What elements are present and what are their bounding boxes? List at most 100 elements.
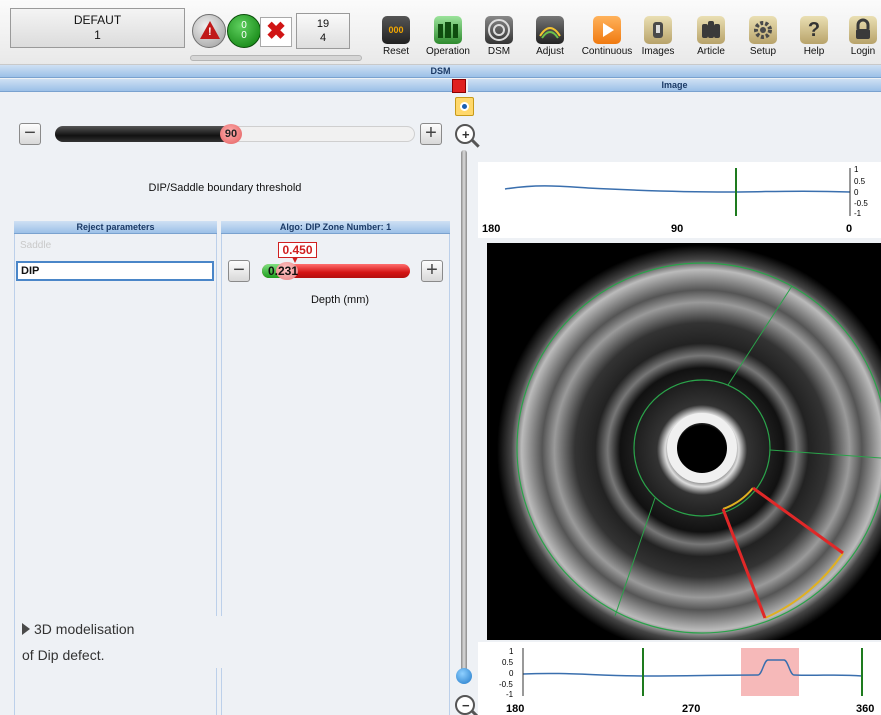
caption-line-2: of Dip defect. bbox=[22, 647, 105, 663]
gear-icon bbox=[749, 16, 777, 44]
down-arrow-icon bbox=[292, 257, 298, 263]
good-counter-button[interactable]: 0 0 bbox=[227, 14, 261, 48]
top-x-label-1: 180 bbox=[482, 223, 500, 235]
depth-decrease-button[interactable]: − bbox=[228, 260, 250, 282]
bottom-x-label-3: 360 bbox=[856, 703, 874, 715]
operation-icon bbox=[434, 16, 462, 44]
threshold-decrease-button[interactable]: − bbox=[19, 123, 41, 145]
bottom-x-label-1: 180 bbox=[506, 703, 524, 715]
good-count-bottom: 0 bbox=[241, 30, 247, 41]
top-x-label-3: 0 bbox=[846, 223, 852, 235]
bottom-y-label-1: 1 bbox=[509, 647, 514, 656]
depth-increase-button[interactable]: + bbox=[421, 260, 443, 282]
status-value: 1 bbox=[94, 28, 101, 42]
close-icon: ✖ bbox=[265, 18, 287, 45]
app-window: DEFAUT 1 ! 0 0 ✖ 19 4 000 Reset Operatio… bbox=[0, 0, 881, 715]
lock-icon bbox=[849, 16, 877, 44]
operation-button[interactable]: Operation bbox=[422, 4, 474, 62]
image-title: Image bbox=[661, 80, 688, 90]
warning-mark: ! bbox=[208, 26, 212, 38]
zoom-out-icon[interactable]: − bbox=[455, 695, 475, 715]
progress-track bbox=[190, 55, 362, 61]
dsm-label: DSM bbox=[487, 46, 511, 57]
threshold-slider-fill bbox=[55, 126, 235, 142]
reset-label: Reset bbox=[382, 46, 410, 57]
caption-line-1: 3D modelisation bbox=[22, 616, 222, 642]
reject-button[interactable]: ✖ bbox=[260, 17, 292, 47]
image-header: Image bbox=[468, 79, 881, 92]
threshold-increase-button[interactable]: + bbox=[420, 123, 442, 145]
eye-icon bbox=[460, 102, 469, 111]
bottom-y-label-5: -1 bbox=[506, 690, 514, 699]
stop-indicator[interactable] bbox=[452, 79, 466, 93]
view-mode-button[interactable] bbox=[455, 97, 474, 116]
top-y-label-2: 0.5 bbox=[854, 177, 866, 186]
top-y-label-5: -1 bbox=[854, 209, 862, 218]
top-y-label-1: 1 bbox=[854, 165, 859, 174]
bottom-profile-plot: 1 0.5 0 -0.5 -1 180 270 360 bbox=[478, 642, 881, 715]
threshold-value: 90 bbox=[224, 128, 238, 140]
reject-item-saddle[interactable]: Saddle bbox=[20, 240, 51, 251]
reject-parameters-header: Reject parameters bbox=[14, 221, 217, 234]
zoom-slider-track[interactable] bbox=[461, 150, 467, 680]
dsm-title: DSM bbox=[430, 66, 451, 76]
dsm-icon bbox=[485, 16, 513, 44]
setup-button[interactable]: Setup bbox=[746, 4, 780, 62]
adjust-button[interactable]: Adjust bbox=[532, 4, 568, 62]
continuous-label: Continuous bbox=[581, 46, 633, 57]
zoom-in-icon[interactable]: + bbox=[455, 124, 475, 144]
top-x-label-2: 90 bbox=[671, 223, 683, 235]
operation-label: Operation bbox=[426, 46, 470, 57]
setup-label: Setup bbox=[749, 46, 777, 57]
bottom-y-label-2: 0.5 bbox=[502, 658, 514, 667]
caption: 3D modelisation of Dip defect. bbox=[22, 616, 222, 668]
images-button[interactable]: Images bbox=[640, 4, 676, 62]
continuous-button[interactable]: Continuous bbox=[578, 4, 636, 62]
algo-header: Algo: DIP Zone Number: 1 bbox=[221, 221, 450, 234]
left-panel-header bbox=[0, 79, 452, 92]
minus-icon: − bbox=[233, 259, 245, 281]
help-button[interactable]: ? Help bbox=[800, 4, 828, 62]
bottom-y-label-3: 0 bbox=[509, 669, 514, 678]
dsm-title-bar: DSM bbox=[0, 65, 881, 78]
status-title: DEFAUT bbox=[73, 13, 122, 27]
count-box[interactable]: 19 4 bbox=[296, 13, 350, 49]
reset-counter-text: 000 bbox=[388, 25, 404, 35]
bottle-bottom-image bbox=[497, 245, 881, 640]
depth-label: Depth (mm) bbox=[310, 294, 370, 306]
inspection-image[interactable] bbox=[487, 243, 881, 640]
bottle-base-rings bbox=[497, 245, 881, 640]
help-label: Help bbox=[803, 46, 825, 57]
adjust-label: Adjust bbox=[536, 46, 564, 57]
reset-button[interactable]: 000 Reset bbox=[377, 4, 415, 62]
dsm-button[interactable]: DSM bbox=[482, 4, 516, 62]
depth-threshold-marker[interactable]: 0.450 bbox=[278, 242, 317, 258]
login-button[interactable]: Login bbox=[847, 4, 879, 62]
count-bottom: 4 bbox=[319, 32, 327, 44]
help-icon: ? bbox=[800, 16, 828, 44]
plus-icon: + bbox=[425, 122, 437, 144]
depth-value: 0.231 bbox=[268, 264, 299, 278]
triangle-bullet-icon bbox=[22, 623, 30, 635]
caption-text-1: 3D modelisation bbox=[34, 621, 135, 637]
defect-status-box[interactable]: DEFAUT 1 bbox=[10, 8, 185, 48]
article-icon bbox=[697, 16, 725, 44]
play-icon bbox=[593, 16, 621, 44]
images-label: Images bbox=[641, 46, 675, 57]
article-label: Article bbox=[697, 46, 725, 57]
warning-button[interactable]: ! bbox=[192, 14, 226, 48]
bottom-y-label-4: -0.5 bbox=[499, 680, 513, 689]
zoom-slider-thumb[interactable] bbox=[456, 668, 472, 684]
top-y-label-3: 0 bbox=[854, 188, 859, 197]
threshold-label: DIP/Saddle boundary threshold bbox=[148, 182, 302, 194]
adjust-icon bbox=[536, 16, 564, 44]
count-top: 19 bbox=[316, 18, 330, 30]
images-icon bbox=[644, 16, 672, 44]
threshold-slider-thumb[interactable]: 90 bbox=[220, 124, 242, 144]
login-label: Login bbox=[850, 46, 876, 57]
top-y-label-4: -0.5 bbox=[854, 199, 868, 208]
algo-title: Algo: DIP Zone Number: 1 bbox=[279, 222, 392, 232]
article-button[interactable]: Article bbox=[693, 4, 729, 62]
plus-icon: + bbox=[426, 259, 438, 281]
reject-item-dip[interactable]: DIP bbox=[16, 261, 214, 281]
